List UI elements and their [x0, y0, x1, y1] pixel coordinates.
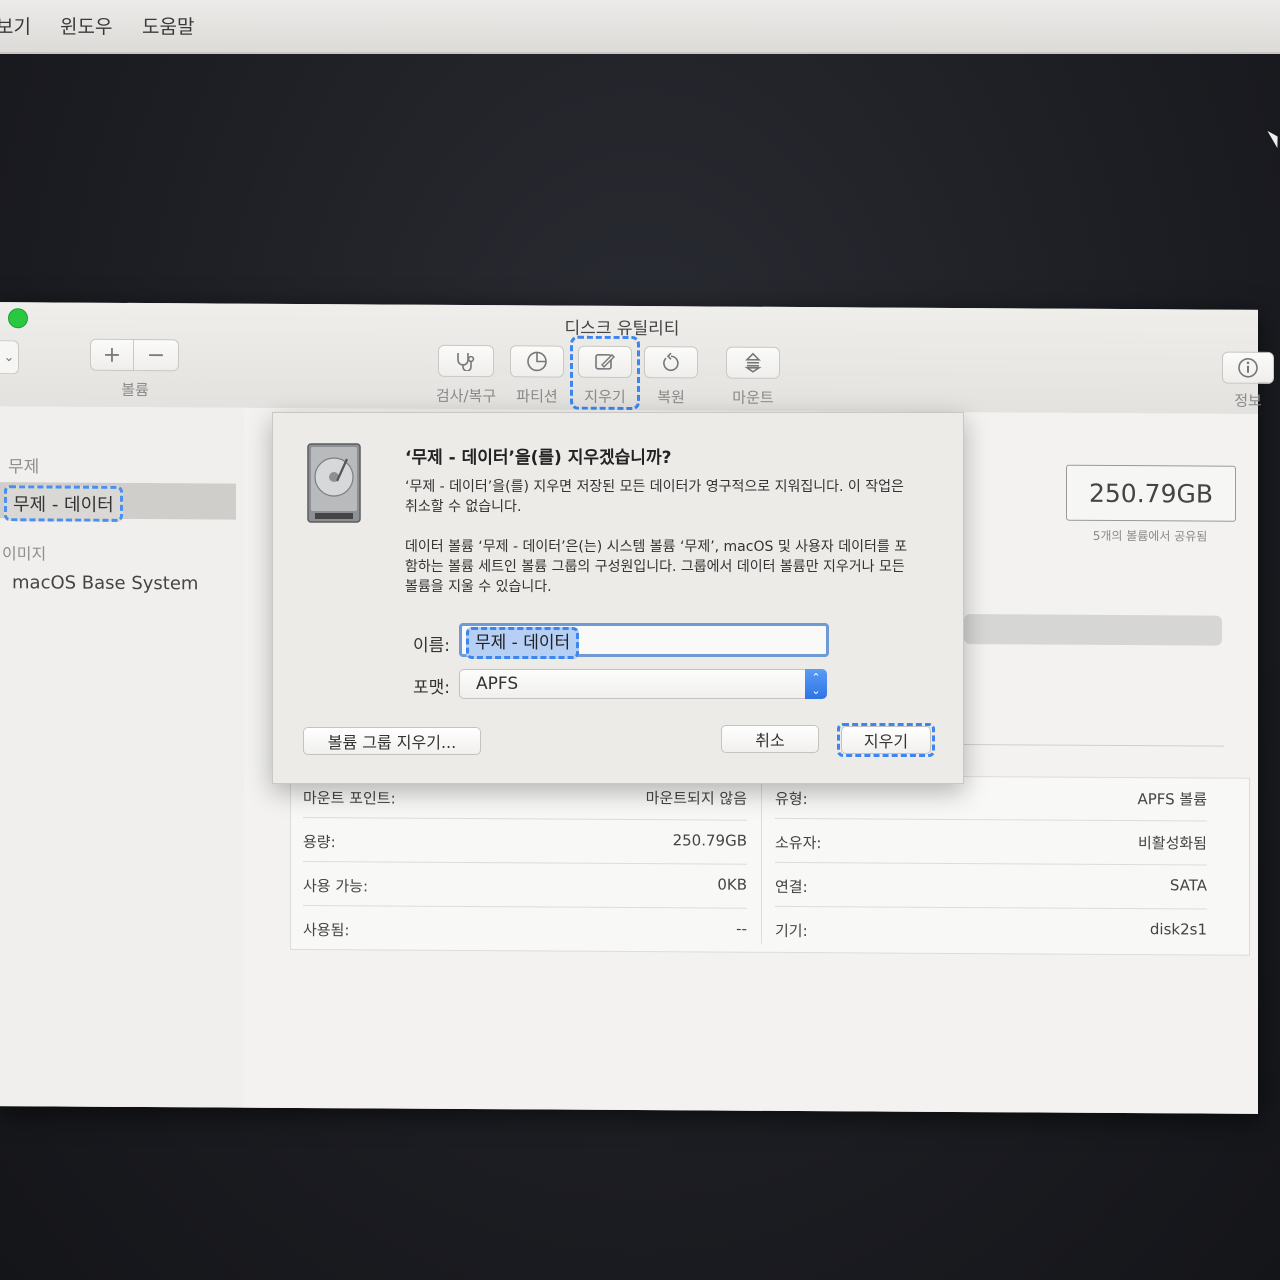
sidebar-item-container[interactable]: 무제 [8, 452, 39, 477]
window-toolbar: 디스크 유틸리티 ⌄ + − 볼륨 검사/복구 파티션 지우기 복원 마운트 정… [0, 302, 1274, 415]
info-value: 0KB [717, 875, 747, 894]
sidebar-section-images: 이미지 [2, 544, 47, 564]
first-aid-button[interactable] [438, 344, 494, 378]
info-value: -- [736, 919, 747, 938]
menu-help[interactable]: 도움말 [142, 12, 194, 39]
name-input[interactable]: 무제 - 데이터 [459, 623, 829, 659]
erase-tool-highlight [570, 335, 640, 411]
info-row-owner: 소유자: 비활성화됨 [775, 817, 1207, 866]
remove-volume-button[interactable]: − [133, 338, 179, 372]
dialog-message-1-line-2: 취소할 수 없습니다. [405, 499, 522, 515]
info-row-connection: 연결: SATA [775, 861, 1207, 910]
info-row-capacity: 용량: 250.79GB [303, 817, 747, 865]
info-icon [1238, 357, 1258, 378]
sidebar: 무제 무제 - 데이터 이미지 macOS Base System [0, 406, 245, 1108]
sidebar-item-label: 무제 - 데이터 [4, 485, 123, 522]
partition-label: 파티션 [516, 387, 558, 406]
usage-bar [964, 614, 1222, 646]
view-menu-button[interactable]: ⌄ [0, 340, 19, 375]
up-down-chevron-icon: ⌃ ⌄ [805, 669, 827, 699]
dialog-message-2: 데이터 볼륨 ‘무제 - 데이터’은(는) 시스템 볼륨 ‘무제’, macOS… [405, 537, 945, 597]
restore-button[interactable] [644, 346, 698, 379]
partition-pie-icon [527, 351, 547, 372]
add-volume-button[interactable]: + [90, 338, 134, 371]
column-divider [761, 783, 762, 944]
menu-window[interactable]: 윈도우 [60, 12, 112, 39]
info-key: 소유자: [775, 833, 822, 853]
system-menu-bar: 보기 윈도우 도움말 [0, 0, 1280, 54]
dialog-message-2-line-3: 볼륨을 지울 수 있습니다. [405, 579, 552, 595]
info-key: 사용됨: [303, 921, 350, 940]
plus-icon: + [102, 342, 122, 368]
format-select[interactable]: APFS ⌃ ⌄ [459, 669, 827, 699]
info-value: SATA [1169, 876, 1207, 895]
info-key: 사용 가능: [303, 877, 369, 896]
dialog-title: ‘무제 - 데이터’을(를) 지우겠습니까? [405, 448, 672, 468]
format-label: 포맷: [413, 678, 451, 698]
hard-disk-icon [307, 443, 361, 523]
restore-arrow-icon [663, 352, 679, 372]
info-value: APFS 볼륨 [1137, 790, 1207, 809]
info-button[interactable] [1222, 351, 1274, 384]
erase-dialog-sheet: ‘무제 - 데이터’을(를) 지우겠습니까? ‘무제 - 데이터’을(를) 지우… [272, 412, 964, 784]
info-row-used: 사용됨: -- [303, 905, 747, 952]
dialog-message-2-line-1: 데이터 볼륨 ‘무제 - 데이터’은(는) 시스템 볼륨 ‘무제’, macOS… [405, 539, 908, 555]
info-key: 연결: [775, 877, 808, 897]
capacity-display: 250.79GB [1066, 464, 1236, 522]
volume-label: 볼륨 [121, 380, 149, 400]
chevron-down-icon: ⌄ [3, 349, 15, 365]
erase-button[interactable]: 지우기 [841, 726, 931, 754]
volume-info-table: 마운트 포인트: 마운트되지 않음 용량: 250.79GB 사용 가능: 0K… [290, 771, 1250, 956]
info-row-available: 사용 가능: 0KB [303, 861, 747, 909]
sidebar-item-selected[interactable]: 무제 - 데이터 [0, 482, 236, 522]
divider [964, 744, 1224, 747]
info-value: disk2s1 [1149, 920, 1207, 939]
restore-label: 복원 [657, 388, 685, 407]
name-label: 이름: [413, 636, 451, 656]
erase-button-highlight: 지우기 [837, 723, 935, 757]
partition-button[interactable] [510, 345, 564, 378]
dialog-message-1: ‘무제 - 데이터’을(를) 지우면 저장된 모든 데이터가 영구적으로 지워집… [405, 477, 945, 517]
stethoscope-icon [457, 352, 475, 372]
format-selected-value: APFS [476, 674, 519, 694]
info-value: 250.79GB [672, 831, 747, 850]
minus-icon: − [146, 342, 166, 368]
info-value: 비활성화됨 [1137, 834, 1207, 853]
erase-volume-group-button[interactable]: 볼륨 그룹 지우기... [303, 727, 481, 755]
capacity-shared-note: 5개의 볼륨에서 공유됨 [1092, 528, 1208, 544]
info-label: 정보 [1234, 391, 1262, 410]
mount-label: 마운트 [732, 388, 774, 407]
info-key: 기기: [775, 921, 808, 941]
info-key: 용량: [303, 833, 336, 852]
name-input-selected-text: 무제 - 데이터 [466, 627, 580, 659]
mount-icon [744, 352, 762, 373]
cancel-button[interactable]: 취소 [721, 725, 819, 753]
first-aid-label: 검사/복구 [435, 386, 497, 406]
info-key: 유형: [775, 789, 808, 809]
info-row-device: 기기: disk2s1 [775, 906, 1207, 953]
mount-button[interactable] [726, 346, 780, 379]
dialog-message-1-line-1: ‘무제 - 데이터’을(를) 지우면 저장된 모든 데이터가 영구적으로 지워집… [405, 479, 904, 495]
sidebar-item-macos-base-system[interactable]: macOS Base System [12, 572, 198, 594]
info-value: 마운트되지 않음 [645, 789, 747, 808]
dialog-message-2-line-2: 함하는 볼륨 세트인 볼륨 그룹의 구성원입니다. 그룹에서 데이터 볼륨만 지… [405, 559, 905, 575]
menu-view[interactable]: 보기 [0, 12, 31, 39]
info-key: 마운트 포인트: [303, 789, 396, 808]
